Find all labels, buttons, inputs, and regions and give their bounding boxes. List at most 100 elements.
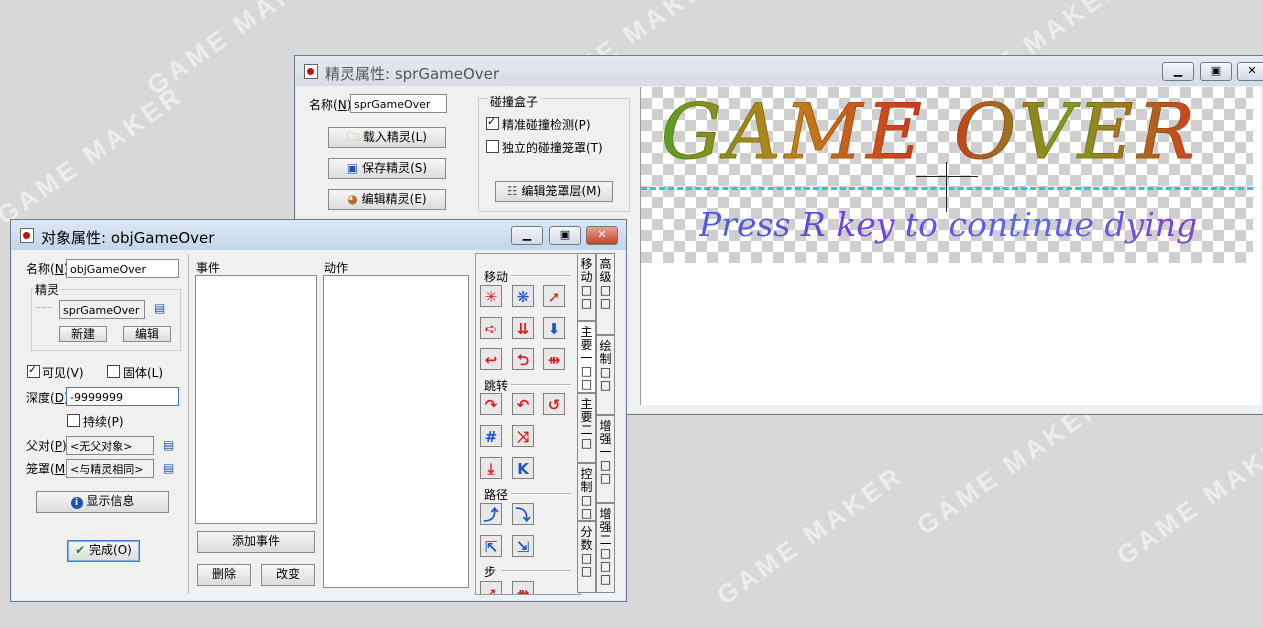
object-window-titlebar[interactable]: 对象属性: objGameOver ▁ ▣ ✕ bbox=[11, 220, 626, 250]
minimize-button[interactable]: ▁ bbox=[511, 226, 543, 245]
disk-icon: ▣ bbox=[346, 161, 359, 175]
tab-main2[interactable]: 主要二□ bbox=[577, 393, 596, 463]
move-towards-icon[interactable]: ➚ bbox=[543, 285, 565, 307]
watermark: GAME MAKER bbox=[0, 79, 189, 231]
delete-event-button[interactable]: 删除 bbox=[197, 564, 251, 586]
sprite-name-field[interactable]: sprGameOver bbox=[350, 94, 447, 113]
sprite-preview-image: GAME OVER Press R key to continue dying bbox=[641, 87, 1253, 263]
object-window-title: 对象属性: objGameOver bbox=[41, 229, 215, 247]
parent-menu-icon[interactable]: ▤ bbox=[163, 438, 174, 452]
events-list[interactable] bbox=[195, 275, 317, 524]
mask-label-text: 笼罩 bbox=[26, 462, 51, 476]
section-path-title: 路径 bbox=[484, 488, 509, 502]
action-library-panel: 移动 ✳ ❋ ➚ ➪ ⇊ ⬇ ↩ ⮌ ⇻ 跳转 ↷ ↶ ↺ # ⤨ ⤓ K 路径… bbox=[475, 253, 581, 595]
ok-button[interactable]: ✔ 完成(O) bbox=[67, 540, 140, 562]
load-sprite-button[interactable]: 🗀 载入精灵(L) bbox=[328, 127, 446, 148]
tab-main1-label: 主要一 bbox=[580, 325, 593, 365]
tab-score[interactable]: 分数□□ bbox=[577, 521, 596, 593]
sprite-name-label: 名称(N) bbox=[309, 98, 351, 112]
tab-main1[interactable]: 主要一□□□ bbox=[577, 321, 596, 393]
preview-title-text: GAME OVER bbox=[661, 87, 1199, 177]
sprite-window-titlebar[interactable]: 精灵属性: sprGameOver ▁ ▣ ✕ bbox=[295, 56, 1263, 86]
set-path-icon[interactable]: ⤴ bbox=[480, 503, 502, 525]
depth-label-text: 深度 bbox=[26, 391, 51, 405]
edit-mask-button[interactable]: ☷ 编辑笼罩层(M) bbox=[495, 181, 613, 202]
mask-select-field[interactable]: <与精灵相同> bbox=[66, 459, 154, 478]
tab-control[interactable]: 控制□□ bbox=[577, 463, 596, 521]
tab-score-label: 分数 bbox=[580, 525, 593, 552]
path-speed-icon[interactable]: ⇲ bbox=[512, 535, 534, 557]
add-event-button[interactable]: 添加事件 bbox=[197, 531, 315, 553]
sprite-select-field[interactable]: sprGameOver bbox=[59, 300, 145, 319]
sprite-group-label: 精灵 bbox=[33, 281, 62, 298]
preview-subtitle-text: Press R key to continue dying bbox=[699, 205, 1198, 244]
maximize-button[interactable]: ▣ bbox=[549, 226, 581, 245]
set-gravity-icon[interactable]: ⬇ bbox=[543, 317, 565, 339]
jump-to-start-icon[interactable]: ↶ bbox=[512, 393, 534, 415]
edit-sprite-button[interactable]: ◕ 编辑精灵(E) bbox=[328, 189, 446, 210]
actions-list[interactable] bbox=[323, 275, 469, 588]
step-towards-icon[interactable]: ➚ bbox=[480, 581, 502, 594]
sprite-name-label-text: 名称 bbox=[309, 98, 334, 112]
speed-vertical-icon[interactable]: ⇊ bbox=[512, 317, 534, 339]
parent-label-text: 父对 bbox=[26, 439, 51, 453]
wrap-screen-icon[interactable]: ⤨ bbox=[512, 425, 534, 447]
jump-to-position-icon[interactable]: ↷ bbox=[480, 393, 502, 415]
path-position-icon[interactable]: ⇱ bbox=[480, 535, 502, 557]
watermark: GAME MAKER bbox=[711, 459, 909, 611]
section-jump-title: 跳转 bbox=[484, 379, 509, 393]
section-divider bbox=[511, 384, 571, 386]
tab-extra1[interactable]: 增强一□□ bbox=[596, 415, 615, 503]
precise-collision-checkbox[interactable] bbox=[486, 115, 499, 130]
app-icon bbox=[304, 64, 318, 79]
reverse-horizontal-icon[interactable]: ↩ bbox=[480, 348, 502, 370]
preview-dashed-line bbox=[641, 187, 1253, 190]
visible-checkbox[interactable] bbox=[27, 363, 40, 378]
tab-draw[interactable]: 绘制□□ bbox=[596, 335, 615, 415]
set-friction-icon[interactable]: ⇻ bbox=[543, 348, 565, 370]
depth-field[interactable]: -9999999 bbox=[66, 387, 179, 406]
info-icon: i bbox=[70, 497, 83, 509]
bounce-icon[interactable]: K bbox=[512, 457, 534, 479]
change-event-button[interactable]: 改变 bbox=[261, 564, 315, 586]
section-divider bbox=[501, 570, 571, 572]
jump-random-icon[interactable]: ↺ bbox=[543, 393, 565, 415]
speed-horizontal-icon[interactable]: ➪ bbox=[480, 317, 502, 339]
sprite-window-title: 精灵属性: sprGameOver bbox=[325, 65, 500, 83]
collision-box-title: 碰撞盒子 bbox=[488, 93, 541, 110]
end-path-icon[interactable]: ⤵ bbox=[512, 503, 534, 525]
parent-select-field[interactable]: <无父对象> bbox=[66, 436, 154, 455]
tab-advanced[interactable]: 高级□□ bbox=[596, 253, 615, 335]
object-name-field[interactable]: objGameOver bbox=[66, 259, 179, 278]
depth-label: 深度(D) bbox=[26, 391, 69, 405]
precise-collision-label: 精准碰撞检测(P) bbox=[502, 118, 591, 132]
minimize-button[interactable]: ▁ bbox=[1162, 62, 1194, 81]
palette-icon: ◕ bbox=[347, 192, 358, 206]
close-button[interactable]: ✕ bbox=[1237, 62, 1263, 81]
sprite-preview-area[interactable]: GAME OVER Press R key to continue dying bbox=[640, 87, 1261, 405]
separate-masks-checkbox[interactable] bbox=[486, 140, 499, 153]
show-info-button[interactable]: i 显示信息 bbox=[36, 491, 169, 513]
object-properties-window: 对象属性: objGameOver ▁ ▣ ✕ 名称(N) objGameOve… bbox=[10, 219, 627, 602]
checkmark-icon: ✔ bbox=[75, 543, 86, 557]
solid-label: 固体(L) bbox=[123, 366, 164, 380]
new-sprite-button[interactable]: 新建 bbox=[59, 326, 107, 342]
snap-to-grid-icon[interactable]: # bbox=[480, 425, 502, 447]
step-avoid-icon[interactable]: ⇻ bbox=[512, 581, 534, 594]
tab-move[interactable]: 移动□□ bbox=[577, 253, 596, 321]
edit-sprite-button[interactable]: 编辑 bbox=[123, 326, 171, 342]
close-button[interactable]: ✕ bbox=[586, 226, 618, 245]
move-fixed-icon[interactable]: ✳ bbox=[480, 285, 502, 307]
solid-checkbox[interactable] bbox=[107, 365, 120, 378]
move-to-contact-icon[interactable]: ⤓ bbox=[480, 457, 502, 479]
tab-draw-label: 绘制 bbox=[599, 339, 612, 366]
sprite-menu-icon[interactable]: ▤ bbox=[154, 301, 165, 315]
move-free-icon[interactable]: ❋ bbox=[512, 285, 534, 307]
events-header: 事件 bbox=[196, 261, 221, 275]
maximize-button[interactable]: ▣ bbox=[1200, 62, 1232, 81]
mask-menu-icon[interactable]: ▤ bbox=[163, 461, 174, 475]
persistent-checkbox[interactable] bbox=[67, 414, 80, 427]
save-sprite-button[interactable]: ▣ 保存精灵(S) bbox=[328, 158, 446, 179]
reverse-vertical-icon[interactable]: ⮌ bbox=[512, 348, 534, 370]
tab-extra2[interactable]: 增强二□□□ bbox=[596, 503, 615, 593]
